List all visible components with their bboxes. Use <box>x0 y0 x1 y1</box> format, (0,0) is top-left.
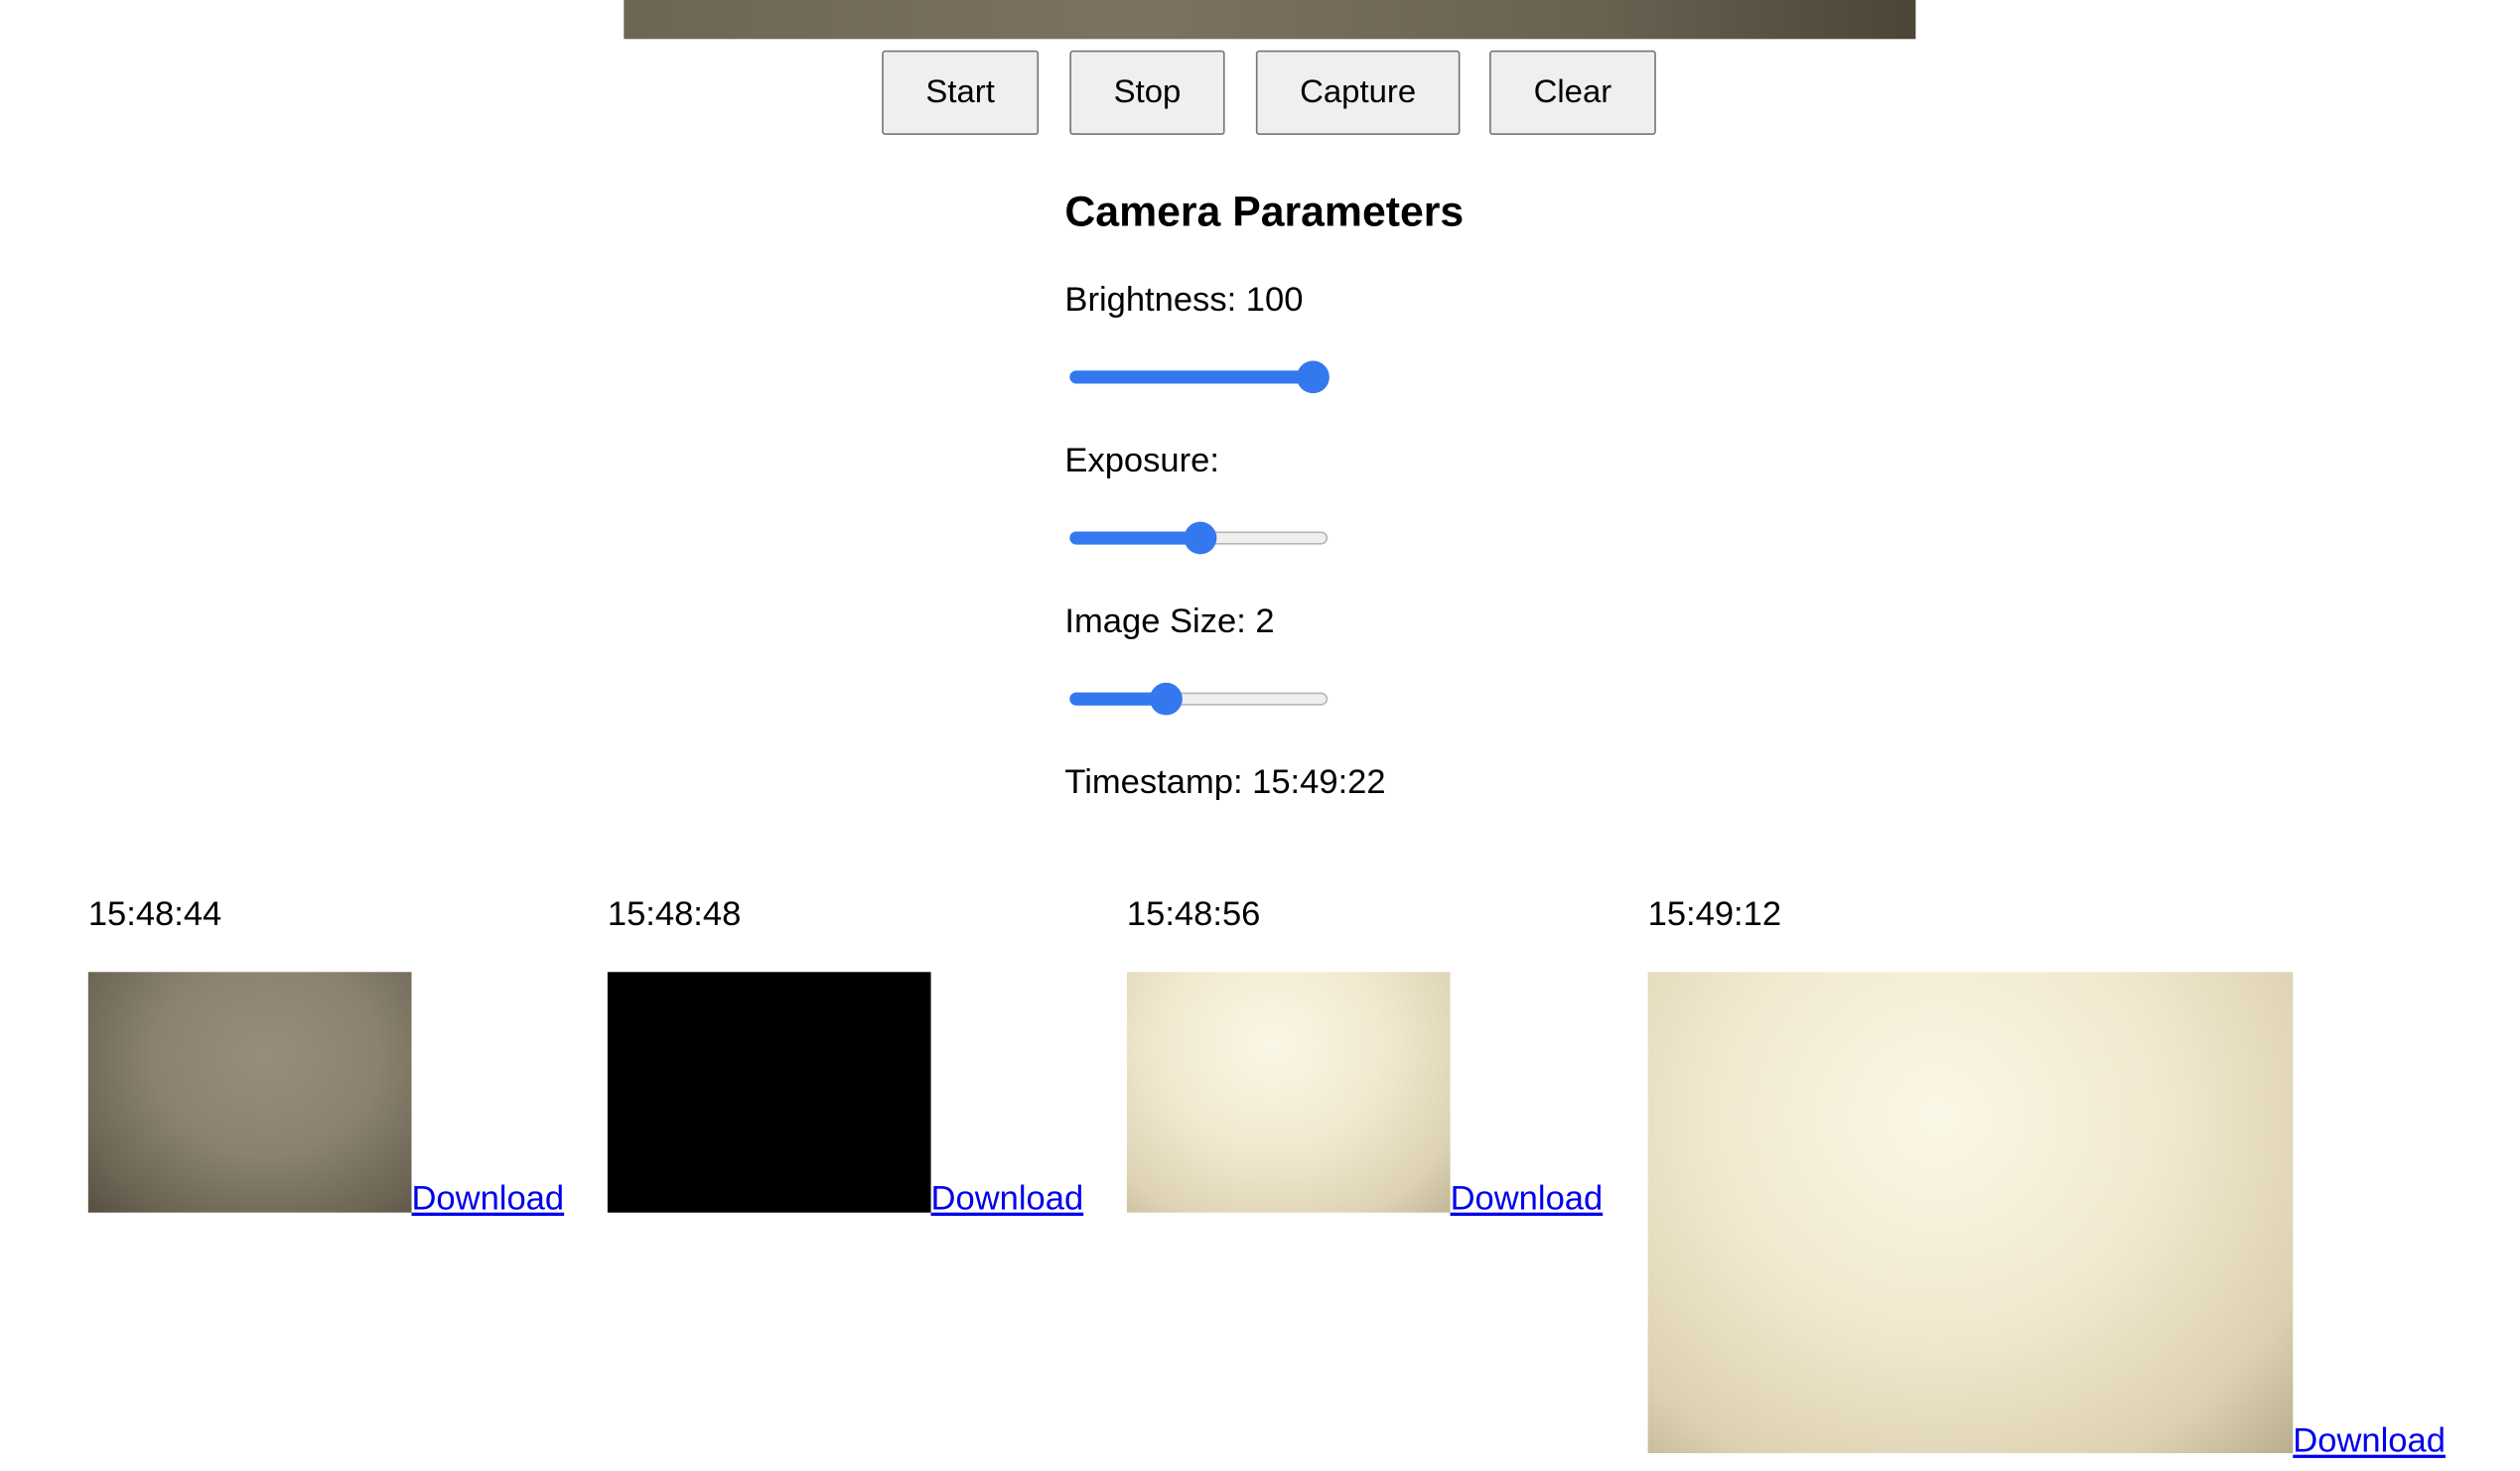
capture-item: 15:48:44 Download <box>87 890 564 1218</box>
capture-item: 15:48:48 Download <box>607 890 1083 1218</box>
captured-image <box>1126 972 1451 1213</box>
capture-item: 15:49:12 Download <box>1647 890 2446 1460</box>
capture-button[interactable]: Capture <box>1255 50 1461 135</box>
timestamp-label: Timestamp: 15:49:22 <box>1064 763 1386 802</box>
exposure-slider-fill <box>1069 531 1199 545</box>
capture-timestamp: 15:49:12 <box>1647 895 1782 933</box>
camera-parameters-panel: Camera Parameters Brightness: 100 Exposu… <box>1064 182 1718 801</box>
exposure-slider-thumb[interactable] <box>1184 521 1217 555</box>
download-link[interactable]: Download <box>411 1180 564 1219</box>
capture-item: 15:48:56 Download <box>1126 890 1603 1218</box>
image-size-slider[interactable] <box>1069 682 1329 716</box>
exposure-label: Exposure: <box>1064 442 1219 480</box>
stop-button[interactable]: Stop <box>1069 50 1225 135</box>
captured-image <box>1647 972 2294 1454</box>
download-link[interactable]: Download <box>2293 1422 2446 1461</box>
capture-timestamp: 15:48:48 <box>607 895 742 933</box>
clear-button[interactable]: Clear <box>1489 50 1656 135</box>
camera-page: Start Stop Capture Clear Camera Paramete… <box>0 0 2520 1471</box>
image-size-slider-thumb[interactable] <box>1150 682 1184 716</box>
download-link[interactable]: Download <box>1451 1180 1604 1219</box>
parameters-heading: Camera Parameters <box>1064 187 1465 236</box>
capture-timestamp: 15:48:56 <box>1126 895 1261 933</box>
brightness-slider-thumb[interactable] <box>1296 360 1330 394</box>
brightness-label: Brightness: 100 <box>1064 281 1304 319</box>
image-size-label: Image Size: 2 <box>1064 602 1275 641</box>
capture-timestamp: 15:48:44 <box>87 895 222 933</box>
exposure-slider[interactable] <box>1069 521 1329 555</box>
start-button[interactable]: Start <box>882 50 1040 135</box>
download-link[interactable]: Download <box>931 1180 1084 1219</box>
brightness-slider-fill <box>1069 370 1312 384</box>
brightness-slider[interactable] <box>1069 360 1330 394</box>
captured-image <box>607 972 931 1213</box>
live-video-preview <box>624 0 1916 40</box>
captured-image <box>87 972 412 1213</box>
